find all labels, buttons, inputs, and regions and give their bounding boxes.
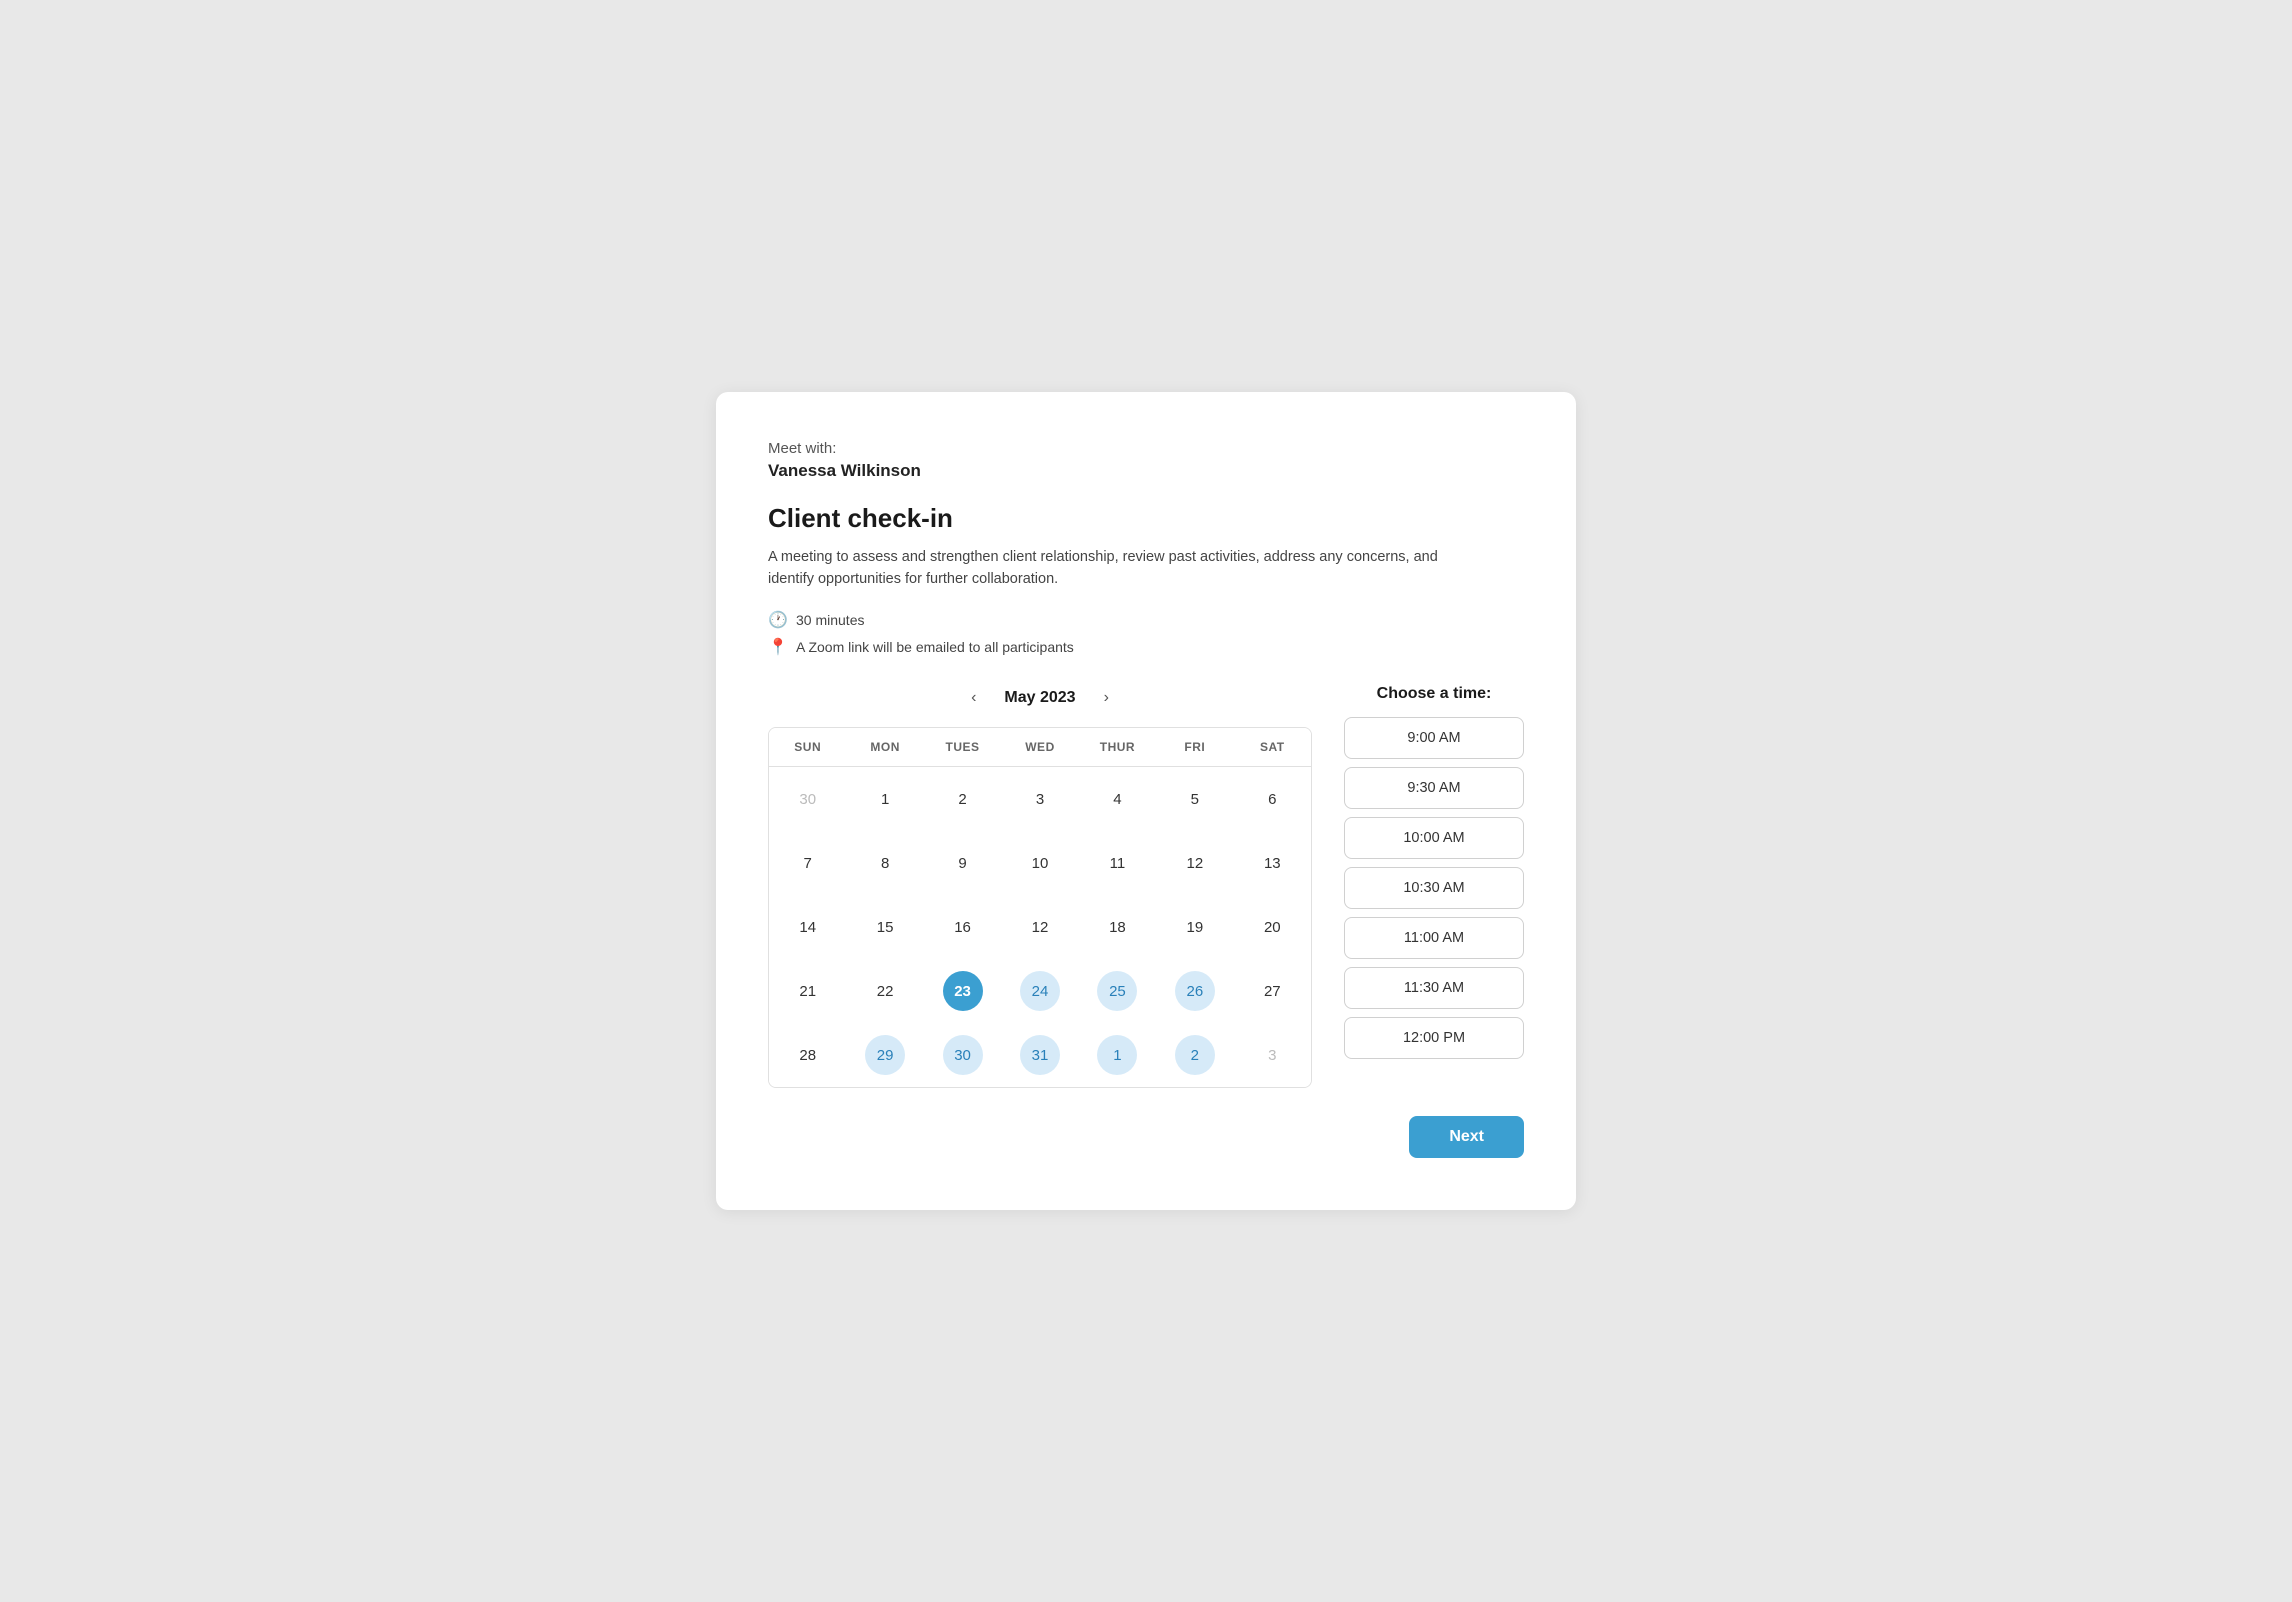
time-slot-button[interactable]: 9:30 AM: [1344, 767, 1524, 809]
calendar-day[interactable]: 31: [1001, 1023, 1078, 1087]
calendar-day[interactable]: 16: [924, 895, 1001, 959]
calendar-day[interactable]: 4: [1079, 767, 1156, 831]
calendar-grid: SUNMONTUESWEDTHURFRISAT 3012345678910111…: [768, 727, 1312, 1088]
time-slot-button[interactable]: 11:30 AM: [1344, 967, 1524, 1009]
calendar-day: 2: [1156, 1023, 1233, 1087]
calendar-day[interactable]: 8: [846, 831, 923, 895]
next-button[interactable]: Next: [1409, 1116, 1524, 1158]
meet-with-label: Meet with:: [768, 440, 1524, 457]
day-header-sun: SUN: [769, 728, 846, 766]
calendar-day[interactable]: 7: [769, 831, 846, 895]
time-slot-button[interactable]: 10:30 AM: [1344, 867, 1524, 909]
time-slot-button[interactable]: 10:00 AM: [1344, 817, 1524, 859]
calendar-day[interactable]: 19: [1156, 895, 1233, 959]
calendar-day[interactable]: 25: [1079, 959, 1156, 1023]
calendar-day[interactable]: 5: [1156, 767, 1233, 831]
calendar-day[interactable]: 30: [924, 1023, 1001, 1087]
calendar-day: 1: [1079, 1023, 1156, 1087]
calendar-day[interactable]: 6: [1234, 767, 1311, 831]
calendar-day[interactable]: 29: [846, 1023, 923, 1087]
calendar-day[interactable]: 18: [1079, 895, 1156, 959]
calendar-day[interactable]: 10: [1001, 831, 1078, 895]
calendar-day[interactable]: 2: [924, 767, 1001, 831]
day-header-wed: WED: [1001, 728, 1078, 766]
calendar-day: 30: [769, 767, 846, 831]
location-row: 📍 A Zoom link will be emailed to all par…: [768, 637, 1524, 657]
prev-month-button[interactable]: ‹: [963, 685, 984, 711]
calendar-day[interactable]: 28: [769, 1023, 846, 1087]
location-text: A Zoom link will be emailed to all parti…: [796, 639, 1074, 655]
time-slot-button[interactable]: 9:00 AM: [1344, 717, 1524, 759]
event-description: A meeting to assess and strengthen clien…: [768, 546, 1448, 591]
location-icon: 📍: [768, 637, 788, 657]
time-slot-button[interactable]: 11:00 AM: [1344, 917, 1524, 959]
host-name: Vanessa Wilkinson: [768, 461, 1524, 481]
calendar-day[interactable]: 22: [846, 959, 923, 1023]
calendar-header: ‹ May 2023 ›: [768, 685, 1312, 711]
calendar-day[interactable]: 23: [924, 959, 1001, 1023]
calendar-day[interactable]: 20: [1234, 895, 1311, 959]
calendar-day[interactable]: 26: [1156, 959, 1233, 1023]
footer: Next: [768, 1116, 1524, 1158]
day-header-tues: TUES: [924, 728, 1001, 766]
calendar-day[interactable]: 12: [1001, 895, 1078, 959]
time-slots-list: 9:00 AM 9:30 AM 10:00 AM 10:30 AM 11:00 AM 11…: [1344, 717, 1524, 1059]
day-header-thur: THUR: [1079, 728, 1156, 766]
calendar-day[interactable]: 21: [769, 959, 846, 1023]
time-slot-button[interactable]: 12:00 PM: [1344, 1017, 1524, 1059]
day-header-sat: SAT: [1234, 728, 1311, 766]
day-header-mon: MON: [846, 728, 923, 766]
duration-text: 30 minutes: [796, 612, 864, 628]
calendar-day[interactable]: 27: [1234, 959, 1311, 1023]
calendar-body: 3012345678910111213141516121819202122232…: [769, 767, 1311, 1087]
calendar-day[interactable]: 9: [924, 831, 1001, 895]
time-section-title: Choose a time:: [1344, 685, 1524, 703]
calendar-day[interactable]: 13: [1234, 831, 1311, 895]
calendar-day[interactable]: 3: [1001, 767, 1078, 831]
scheduling-card: Meet with: Vanessa Wilkinson Client chec…: [716, 392, 1576, 1211]
calendar-day[interactable]: 15: [846, 895, 923, 959]
day-headers: SUNMONTUESWEDTHURFRISAT: [769, 728, 1311, 767]
time-section: Choose a time: 9:00 AM 9:30 AM 10:00 AM 10:…: [1344, 685, 1524, 1088]
calendar-day[interactable]: 1: [846, 767, 923, 831]
calendar-day[interactable]: 12: [1156, 831, 1233, 895]
content-area: ‹ May 2023 › SUNMONTUESWEDTHURFRISAT 301…: [768, 685, 1524, 1088]
event-title: Client check-in: [768, 503, 1524, 534]
calendar-day[interactable]: 24: [1001, 959, 1078, 1023]
next-month-button[interactable]: ›: [1096, 685, 1117, 711]
calendar-day: 3: [1234, 1023, 1311, 1087]
duration-row: 🕐 30 minutes: [768, 610, 1524, 630]
clock-icon: 🕐: [768, 610, 788, 630]
day-header-fri: FRI: [1156, 728, 1233, 766]
calendar-day[interactable]: 11: [1079, 831, 1156, 895]
calendar-section: ‹ May 2023 › SUNMONTUESWEDTHURFRISAT 301…: [768, 685, 1312, 1088]
month-label: May 2023: [1004, 689, 1075, 707]
calendar-day[interactable]: 14: [769, 895, 846, 959]
